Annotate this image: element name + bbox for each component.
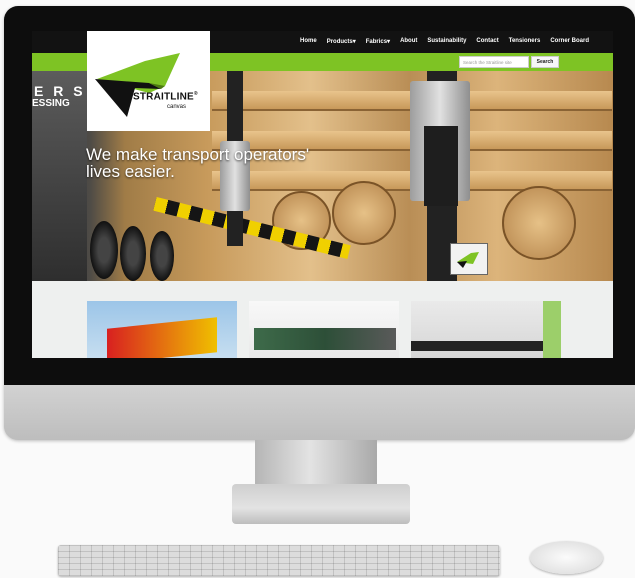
red-truck-image: [107, 317, 217, 358]
website-screen: Home Products▾ Fabrics▾ About Sustainabi…: [32, 31, 613, 358]
hero-truck-side: E R S ESSING: [32, 71, 87, 281]
nav-sustainability[interactable]: Sustainability: [427, 38, 466, 45]
nav-home[interactable]: Home: [300, 38, 317, 45]
nav-contact[interactable]: Contact: [476, 38, 498, 45]
truck-wheel: [150, 231, 174, 281]
logo-wordmark: STRAITLINE®: [133, 91, 198, 103]
straitline-strap-tag: [450, 243, 488, 275]
trees-image: [543, 301, 561, 358]
main-nav: Home Products▾ Fabrics▾ About Sustainabi…: [300, 38, 589, 45]
nav-tensioners[interactable]: Tensioners: [509, 38, 541, 45]
keyboard: [58, 545, 500, 576]
truck-wheel: [120, 226, 146, 281]
search-input[interactable]: Search the Straitline site: [459, 56, 529, 68]
straitline-logo-icon: [95, 53, 180, 117]
product-thumbnail[interactable]: [411, 301, 561, 358]
logo[interactable]: STRAITLINE® canvas: [87, 31, 210, 131]
nav-about[interactable]: About: [400, 38, 417, 45]
monitor-chin: [4, 385, 635, 440]
monitor-stand-neck: [255, 440, 377, 489]
nav-corner-board[interactable]: Corner Board: [550, 38, 589, 45]
hero-background-text: E R S: [34, 83, 86, 99]
green-truck-image: [254, 328, 396, 350]
search-button[interactable]: Search: [531, 56, 559, 68]
nav-fabrics[interactable]: Fabrics▾: [366, 38, 390, 45]
nav-products[interactable]: Products▾: [327, 38, 356, 45]
hero-tagline: We make transport operators' lives easie…: [86, 145, 310, 181]
tag-logo-icon: [457, 252, 479, 268]
hero-background-text-2: ESSING: [32, 98, 70, 109]
product-thumbnail[interactable]: [249, 301, 399, 358]
white-trailer-image: [411, 341, 561, 351]
logo-subtitle: canvas: [167, 104, 187, 110]
monitor-stand-base: [232, 484, 410, 524]
product-thumbnail[interactable]: [87, 301, 237, 358]
truck-wheel: [90, 221, 118, 279]
timber-log-end: [502, 186, 576, 260]
mouse: [530, 541, 603, 574]
strap-webbing: [424, 126, 458, 206]
timber-log-end: [332, 181, 396, 245]
